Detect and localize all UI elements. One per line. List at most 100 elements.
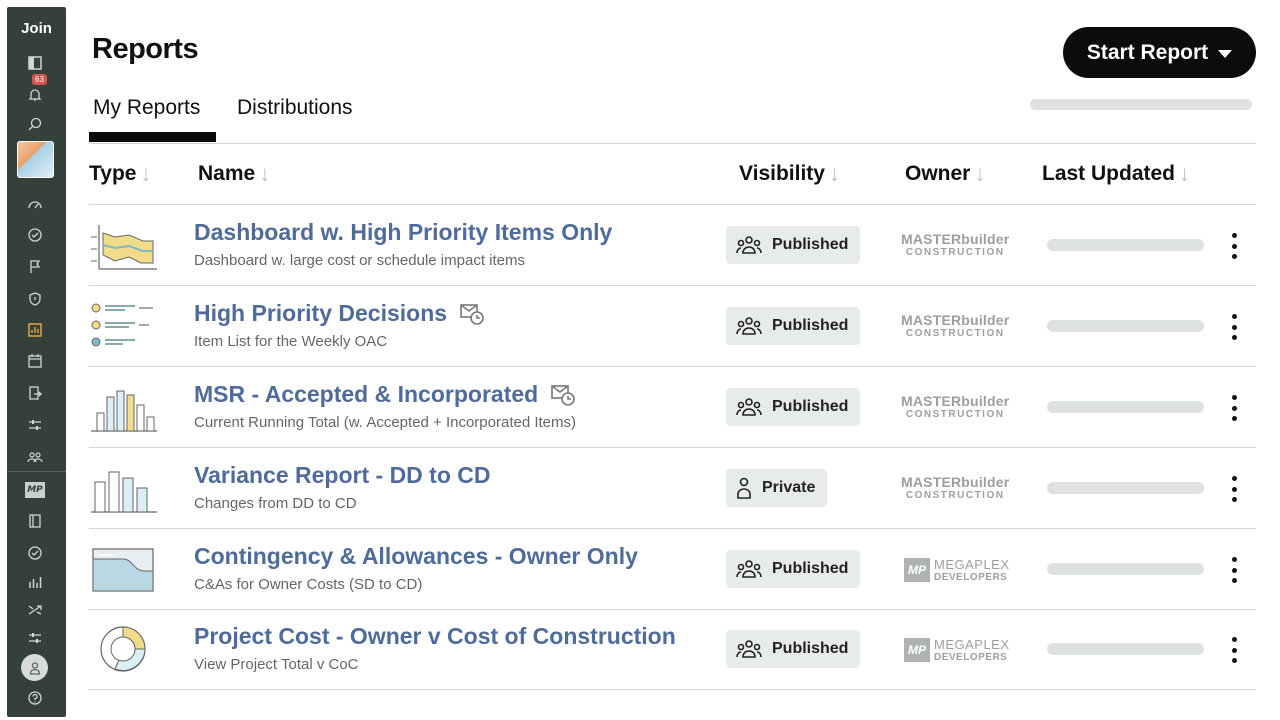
visibility-badge[interactable]: Published [726,226,861,264]
column-header-type[interactable]: Type ↓ [89,161,151,187]
owner-name: MEGAPLEX [934,637,1010,652]
help-icon[interactable] [24,687,46,709]
visibility-label: Published [772,640,849,657]
calendar-icon[interactable] [24,350,46,372]
dashboard-icon [91,225,157,270]
company-logo[interactable]: MP [25,482,45,498]
panel-icon[interactable] [24,52,46,74]
visibility-label: Published [772,398,849,415]
search-icon[interactable] [24,113,46,135]
last-updated-placeholder [1047,401,1204,413]
report-icon[interactable] [24,319,46,341]
column-label: Owner [905,162,971,185]
donut-chart-icon [100,626,146,672]
table-row[interactable]: Project Cost - Owner v Cost of Construct… [89,609,1256,690]
sort-arrow-icon: ↓ [140,161,152,186]
report-subtitle: Dashboard w. large cost or schedule impa… [194,252,525,269]
column-label: Last Updated [1042,162,1176,185]
table-row[interactable]: High Priority Decisions Item List for th… [89,286,1256,367]
group-icon [736,640,762,658]
visibility-badge[interactable]: Published [726,630,861,668]
table-row[interactable]: Contingency & Allowances - Owner Only C&… [89,529,1256,610]
project-thumbnail[interactable] [17,141,54,178]
group-icon [736,398,762,416]
check-circle-icon[interactable] [24,224,46,246]
flag-icon[interactable] [24,256,46,278]
caret-down-icon [1218,49,1233,58]
sort-arrow-icon: ↓ [1179,161,1191,186]
report-title-link[interactable]: High Priority Decisions [194,300,447,327]
column-header-name[interactable]: Name ↓ [198,161,270,187]
bell-icon[interactable] [24,84,46,106]
owner-subname: CONSTRUCTION [905,328,1005,339]
sliders-icon[interactable] [24,627,46,649]
person-icon [737,477,751,499]
sliders-icon[interactable] [24,414,46,436]
last-updated-placeholder [1047,239,1204,251]
owner-logo: MASTERbuilder CONSTRUCTION [901,313,1009,339]
sort-arrow-icon: ↓ [974,161,986,186]
owner-name: MEGAPLEX [934,557,1010,572]
bar-chart-icon[interactable] [24,571,46,593]
column-label: Visibility [739,162,825,185]
visibility-badge[interactable]: Private [726,469,828,507]
active-tab-indicator [89,132,216,142]
shuffle-icon[interactable] [24,599,46,621]
app-name[interactable]: Join [7,20,66,37]
book-icon[interactable] [24,510,46,532]
more-options-icon[interactable] [1225,635,1243,665]
report-title-link[interactable]: MSR - Accepted & Incorporated [194,381,538,408]
report-subtitle: Changes from DD to CD [194,495,357,512]
group-icon [736,317,762,335]
more-options-icon[interactable] [1225,555,1243,585]
team-icon[interactable] [24,446,46,468]
table-row[interactable]: Dashboard w. High Priority Items Only Da… [89,205,1256,286]
gauge-icon[interactable] [24,193,46,215]
start-report-button[interactable]: Start Report [1063,27,1256,78]
report-title-link[interactable]: Project Cost - Owner v Cost of Construct… [194,623,676,650]
column-header-owner[interactable]: Owner ↓ [905,161,985,187]
user-avatar[interactable] [21,654,48,681]
group-icon [736,236,762,254]
last-updated-placeholder [1047,320,1204,332]
area-chart-icon [92,548,154,592]
table-row[interactable]: Variance Report - DD to CD Changes from … [89,448,1256,529]
bar-chart-icon [91,471,157,513]
scheduled-email-icon [551,384,576,406]
report-title-link[interactable]: Dashboard w. High Priority Items Only [194,219,612,246]
visibility-badge[interactable]: Published [726,307,861,345]
transfer-icon[interactable] [24,382,46,404]
column-header-visibility[interactable]: Visibility ↓ [739,161,840,187]
visibility-label: Private [762,479,816,496]
check-badge-icon[interactable] [24,542,46,564]
more-options-icon[interactable] [1225,312,1243,342]
megaplex-logo-icon: MP [904,558,930,582]
more-options-icon[interactable] [1225,393,1243,423]
last-updated-placeholder [1047,563,1204,575]
last-updated-placeholder [1047,482,1204,494]
owner-name: MASTERbuilder [901,312,1010,328]
last-updated-placeholder [1047,643,1204,655]
page-title: Reports [92,33,199,65]
column-label: Type [89,162,137,185]
report-title-link[interactable]: Variance Report - DD to CD [194,462,491,489]
sort-arrow-icon: ↓ [259,161,271,186]
report-subtitle: Item List for the Weekly OAC [194,333,388,350]
visibility-badge[interactable]: Published [726,388,861,426]
visibility-badge[interactable]: Published [726,550,861,588]
group-icon [736,560,762,578]
more-options-icon[interactable] [1225,474,1243,504]
more-options-icon[interactable] [1225,231,1243,261]
shield-icon[interactable] [24,288,46,310]
column-header-last-updated[interactable]: Last Updated ↓ [1042,161,1190,187]
tab-my-reports[interactable]: My Reports [93,96,200,120]
owner-name: MASTERbuilder [901,393,1010,409]
report-subtitle: View Project Total v CoC [194,656,359,673]
scheduled-email-icon [460,303,484,325]
table-row[interactable]: MSR - Accepted & Incorporated Current Ru… [89,367,1256,448]
tab-distributions[interactable]: Distributions [237,96,353,120]
sidebar-divider [7,471,66,472]
visibility-label: Published [772,236,849,253]
notification-badge: 63 [32,74,47,85]
report-title-link[interactable]: Contingency & Allowances - Owner Only [194,543,638,570]
